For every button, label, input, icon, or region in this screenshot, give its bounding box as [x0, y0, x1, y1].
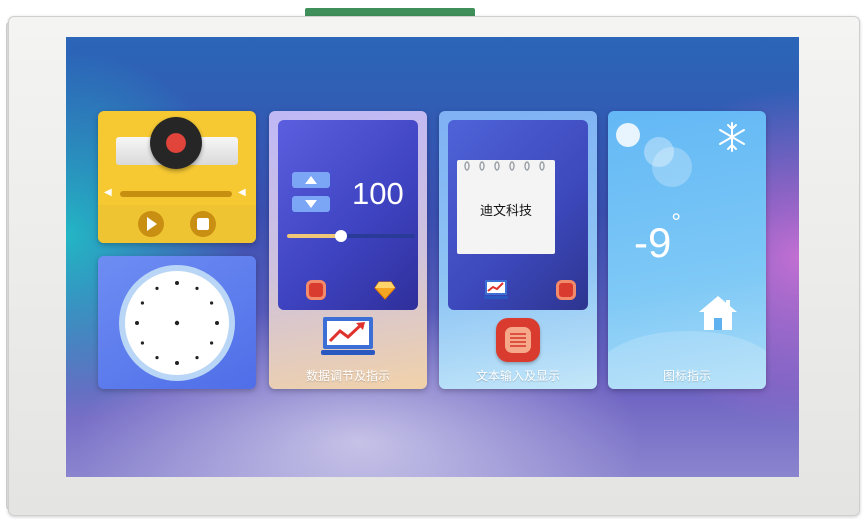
- notepad-text: 迪文科技: [479, 204, 532, 219]
- diamond-icon[interactable]: [374, 279, 396, 301]
- stop-icon: [197, 218, 209, 230]
- decrement-button[interactable]: [292, 196, 330, 212]
- clock-hour-mark: [155, 286, 159, 290]
- chart-trend-icon[interactable]: [484, 280, 508, 300]
- notepad[interactable]: 迪文科技: [457, 160, 555, 254]
- clock-hour-mark: [210, 341, 214, 345]
- clock-hour-mark: [195, 286, 199, 290]
- degree-symbol: °: [671, 209, 681, 236]
- notepad-rings: [463, 156, 549, 171]
- data-adjust-panel: 100: [278, 120, 418, 310]
- clock-hour-mark: [175, 361, 179, 365]
- clock-hour-mark: [155, 356, 159, 360]
- temperature-value: -9°: [634, 209, 681, 267]
- clock-face: [119, 265, 235, 381]
- document-icon[interactable]: [306, 280, 326, 300]
- slider-fill: [287, 234, 341, 238]
- clock-center-dot: [174, 320, 180, 326]
- volume-high-icon: ◀: [238, 187, 246, 198]
- temperature-number: -9: [634, 219, 672, 266]
- play-icon: [147, 217, 157, 231]
- clock-tile[interactable]: [98, 256, 256, 389]
- volume-slider[interactable]: [120, 191, 232, 197]
- clock-hour-mark: [210, 301, 214, 305]
- clock-hour-mark: [140, 301, 144, 305]
- icon-indicator-tile[interactable]: -9° 图标指示: [608, 111, 766, 389]
- vinyl-record-icon: [150, 117, 202, 169]
- clock-hour-mark: [175, 281, 179, 285]
- arrow-up-icon: [305, 176, 317, 184]
- increment-button[interactable]: [292, 172, 330, 188]
- volume-low-icon: ◀: [104, 187, 112, 198]
- document-lines: [505, 327, 531, 353]
- text-input-caption: 文本输入及显示: [475, 369, 560, 383]
- text-input-panel: 迪文科技: [448, 120, 588, 310]
- document-icon[interactable]: [556, 280, 576, 300]
- data-adjust-tile[interactable]: 100 数据调节及指示: [269, 111, 427, 389]
- clock-hour-mark: [135, 321, 139, 325]
- chart-trend-icon: [321, 317, 375, 357]
- house-icon: [698, 294, 738, 332]
- clock-hour-mark: [195, 356, 199, 360]
- clock-hour-mark: [215, 321, 219, 325]
- icon-indicator-caption: 图标指示: [662, 369, 711, 383]
- arrow-down-icon: [305, 200, 317, 208]
- data-adjust-caption: 数据调节及指示: [305, 369, 390, 383]
- snowflake-icon: [716, 121, 748, 153]
- text-input-tile[interactable]: 迪文科技 文本输入及显示: [439, 111, 597, 389]
- document-large-icon: [496, 318, 540, 362]
- play-button[interactable]: [138, 211, 164, 237]
- value-slider[interactable]: [287, 230, 415, 242]
- music-controls-bar: [98, 205, 256, 243]
- clock-hour-mark: [140, 341, 144, 345]
- data-value: 100: [352, 176, 404, 211]
- stop-button[interactable]: [190, 211, 216, 237]
- lcd-screen: ◀ ◀ 100 数据调节及指示 迪文科技 文本输入及显示 -9° 图标指示: [66, 37, 799, 477]
- sun-glow-icon: [616, 123, 640, 147]
- cloud-bubble: [652, 147, 692, 187]
- music-player-tile[interactable]: ◀ ◀: [98, 111, 256, 243]
- slider-knob[interactable]: [334, 230, 347, 242]
